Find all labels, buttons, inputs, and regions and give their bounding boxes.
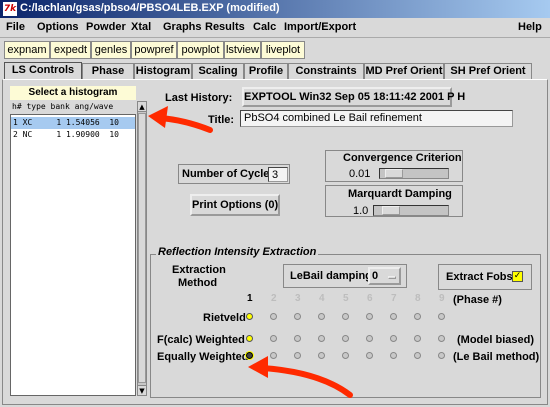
annotation-arrow-top — [148, 106, 213, 133]
annotation-overlay — [148, 106, 353, 398]
annotation-arrow-bottom — [248, 356, 353, 398]
app-window: 7k C:/lachlan/gsas/pbso4/PBSO4LEB.EXP (m… — [0, 0, 550, 407]
